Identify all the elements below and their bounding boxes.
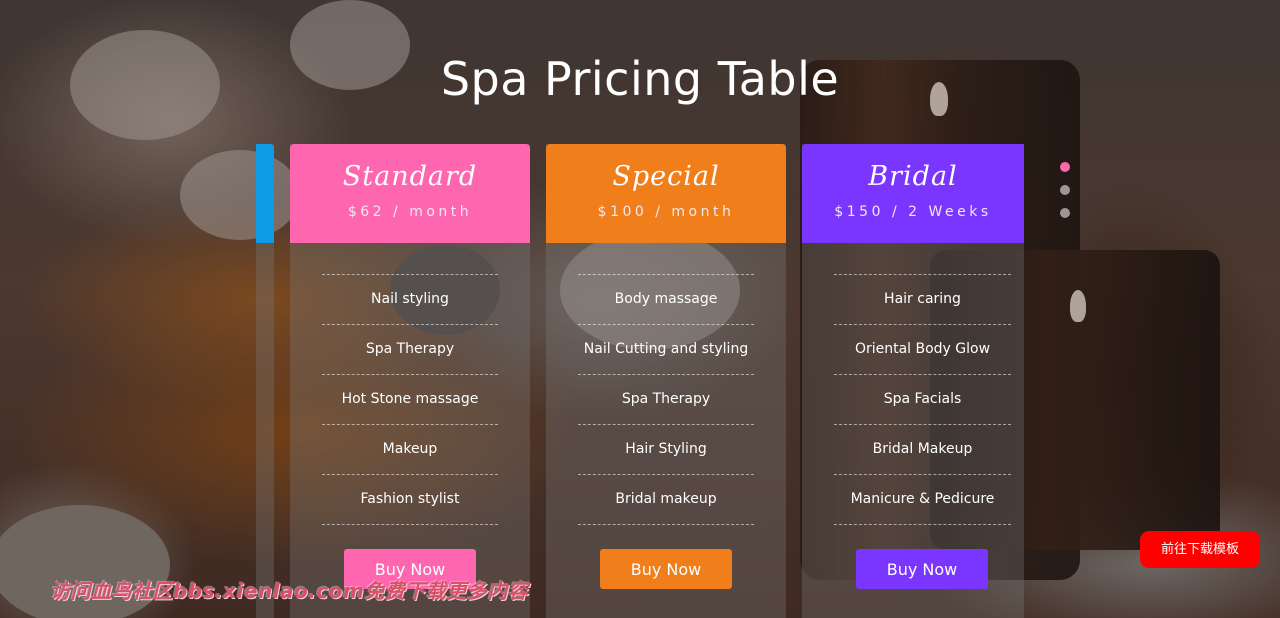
download-template-button[interactable]: 前往下载模板 xyxy=(1140,531,1260,568)
feature-item: Makeup xyxy=(322,425,498,475)
feature-item: Oriental Body Glow xyxy=(834,325,1011,375)
plan-name: Standard xyxy=(342,161,478,192)
card-header: Special $100 / month xyxy=(546,144,786,243)
feature-item: Body massage xyxy=(578,275,754,325)
feature-item: Nail styling xyxy=(322,275,498,325)
feature-item: Nail Cutting and styling xyxy=(578,325,754,375)
feature-item: Spa Therapy xyxy=(578,375,754,425)
pagination-dot-3[interactable] xyxy=(1060,208,1070,218)
previous-card-header xyxy=(256,144,274,243)
feature-item: Hot Stone massage xyxy=(322,375,498,425)
feature-item: Bridal makeup xyxy=(578,475,754,525)
feature-item: Fashion stylist xyxy=(322,475,498,525)
card-header: Bridal $150 / 2 Weeks xyxy=(802,144,1024,243)
feature-item: Hair caring xyxy=(834,275,1011,325)
card-header: Standard $62 / month xyxy=(290,144,530,243)
plan-price: $100 / month xyxy=(597,204,735,220)
pagination-dot-2[interactable] xyxy=(1060,185,1070,195)
plan-price: $150 / 2 Weeks xyxy=(834,204,992,220)
feature-item: Bridal Makeup xyxy=(834,425,1011,475)
feature-item: Manicure & Pedicure xyxy=(834,475,1011,525)
pricing-card-bridal: Bridal $150 / 2 Weeks Hair caring Orient… xyxy=(802,144,1024,618)
watermark-text: 访问血鸟社区bbs.xienlao.com免费下载更多内容 xyxy=(50,579,529,603)
pricing-card-standard: Standard $62 / month Nail styling Spa Th… xyxy=(290,144,530,618)
buy-now-button[interactable]: Buy Now xyxy=(600,549,732,589)
buy-now-button[interactable]: Buy Now xyxy=(856,549,988,589)
pagination-dot-1[interactable] xyxy=(1060,162,1070,172)
previous-card-peek[interactable] xyxy=(256,144,274,618)
feature-item: Spa Therapy xyxy=(322,325,498,375)
feature-item: Hair Styling xyxy=(578,425,754,475)
feature-list: Nail styling Spa Therapy Hot Stone massa… xyxy=(322,274,498,525)
plan-name: Special xyxy=(612,161,720,192)
carousel-pagination xyxy=(1060,162,1070,231)
feature-list: Body massage Nail Cutting and styling Sp… xyxy=(578,274,754,525)
pricing-card-special: Special $100 / month Body massage Nail C… xyxy=(546,144,786,618)
plan-name: Bridal xyxy=(868,161,958,192)
feature-item: Spa Facials xyxy=(834,375,1011,425)
plan-price: $62 / month xyxy=(347,204,473,220)
feature-list: Hair caring Oriental Body Glow Spa Facia… xyxy=(834,274,1011,525)
page-title: Spa Pricing Table xyxy=(440,52,840,106)
